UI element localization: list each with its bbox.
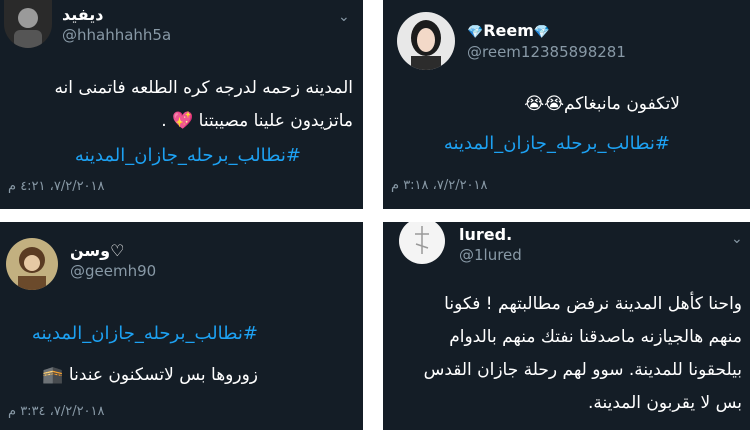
tweet-text-line: منهم هالجيازنه ماصدقنا نفتك منهم بالدوام — [449, 327, 742, 347]
avatar[interactable] — [397, 12, 455, 70]
display-name[interactable]: ديفيد — [62, 6, 104, 24]
user-handle[interactable]: @hhahhahh5a — [62, 26, 171, 44]
user-handle[interactable]: @reem12385898281 — [467, 43, 626, 61]
hashtag-link[interactable]: #نطالب_برحله_جازان_المدينه — [75, 144, 301, 168]
hashtag-link[interactable]: #نطالب_برحله_جازان_المدينه — [32, 322, 258, 346]
tweet-card-2[interactable]: 💎Reem💎 @reem12385898281 لاتكفون مانبغاكم… — [383, 0, 750, 209]
avatar[interactable] — [4, 0, 52, 48]
tweet-text-line: بيلحقونا للمدينة. سوو لهم رحلة جازان الق… — [423, 360, 742, 380]
user-handle[interactable]: @1lured — [459, 246, 522, 264]
avatar[interactable] — [6, 238, 58, 290]
user-handle[interactable]: @geemh90 — [70, 262, 156, 280]
display-name[interactable]: 💎Reem💎 — [467, 22, 550, 42]
tweet-text-line: بس لا يقربون المدينة. — [587, 393, 742, 413]
tweet-timestamp[interactable]: ٧/٢/٢٠١٨، ٣:٣٤ م — [8, 404, 105, 420]
tweet-text-line: واحنا كأهل المدينة نرفض مطالبتهم ! فكونا — [444, 294, 742, 314]
tweet-text-line: ماتزيدون علينا مصيبتنا 💖 . — [161, 111, 353, 131]
chevron-down-icon[interactable]: ⌄ — [731, 232, 743, 246]
tweet-text-line: المدينه زحمه لدرجه كره الطلعه فاتمنى انه — [54, 78, 353, 98]
tweet-timestamp[interactable]: ٧/٢/٢٠١٨، ٣:١٨ م — [391, 178, 488, 194]
tweet-card-4[interactable]: lured. @1lured ⌄ واحنا كأهل المدينة نرفض… — [383, 222, 750, 430]
tweet-text-line: زوروها بس لاتسكنون عندنا 🕋 — [42, 365, 258, 385]
chevron-down-icon[interactable]: ⌄ — [338, 10, 350, 24]
avatar[interactable] — [399, 222, 445, 264]
tweet-text-line: لاتكفون مانبغاكم😭😭 — [524, 94, 680, 114]
hashtag-link[interactable]: #نطالب_برحله_جازان_المدينه — [444, 132, 670, 156]
display-name[interactable]: وسن♡ — [70, 242, 124, 260]
tweet-timestamp[interactable]: ٧/٢/٢٠١٨، ٤:٢١ م — [8, 179, 105, 195]
diamond-icon: 💎 — [533, 25, 551, 40]
display-name[interactable]: lured. — [459, 226, 512, 244]
tweet-card-1[interactable]: ديفيد @hhahhahh5a ⌄ المدينه زحمه لدرجه ك… — [0, 0, 363, 209]
diamond-icon: 💎 — [467, 25, 484, 40]
tweet-card-3[interactable]: وسن♡ @geemh90 #نطالب_برحله_جازان_المدينه… — [0, 222, 363, 430]
